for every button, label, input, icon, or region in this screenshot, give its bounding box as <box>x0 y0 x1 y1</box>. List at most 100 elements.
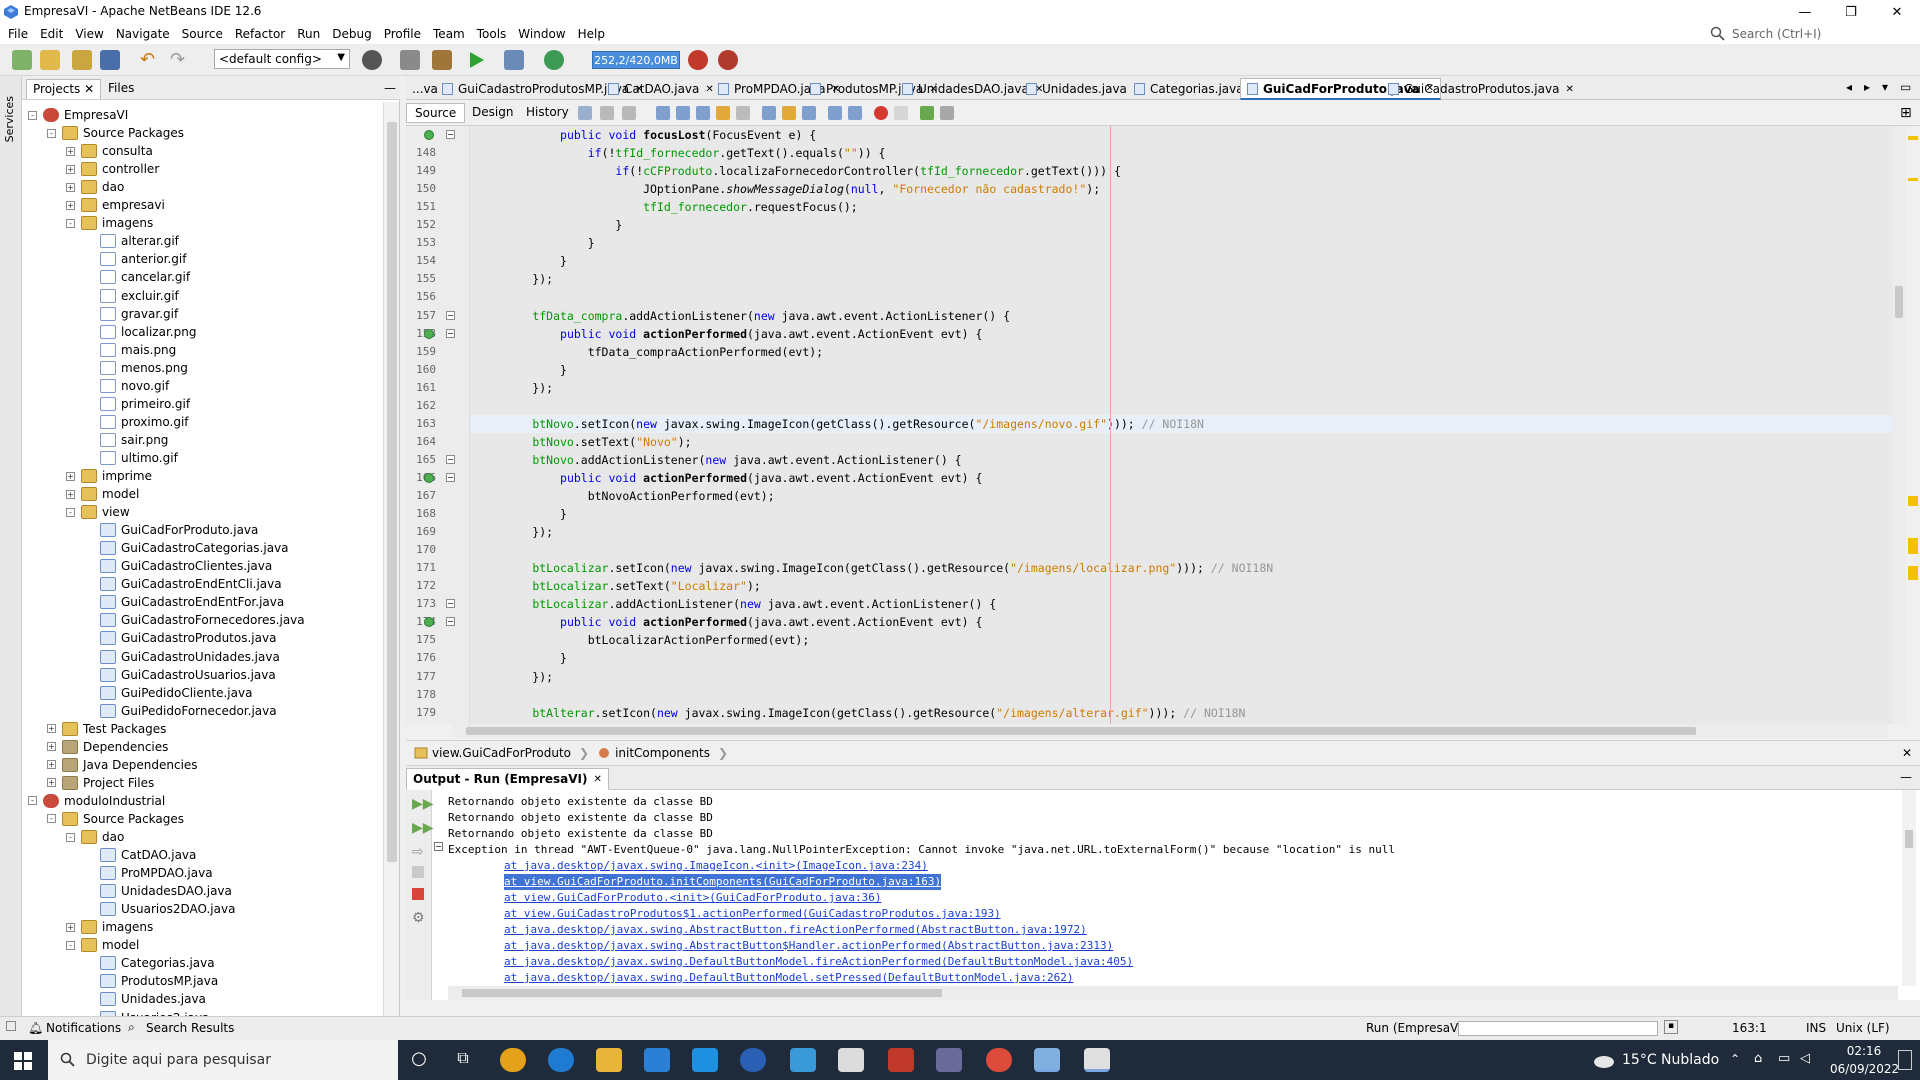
breadcrumb-method[interactable]: initComponents <box>615 746 710 760</box>
monitor-icon[interactable]: ▭ <box>1778 1051 1790 1066</box>
editor-vertical-scrollbar[interactable] <box>1892 126 1906 724</box>
tree-node[interactable]: - moduloIndustrial <box>28 792 165 810</box>
toggle-rect-select-icon[interactable] <box>736 106 750 120</box>
devcpp-icon[interactable] <box>888 1048 914 1072</box>
find-selection-icon[interactable] <box>656 106 670 120</box>
shift-right-icon[interactable] <box>848 106 862 120</box>
tab-output-run[interactable]: Output - Run (EmpresaVI) ✕ <box>406 768 609 790</box>
menu-file[interactable]: File <box>8 27 28 41</box>
cortana-icon[interactable]: ○ <box>406 1048 432 1072</box>
tree-node[interactable]: GuiCadastroFornecedores.java <box>85 611 305 629</box>
warning-marker[interactable] <box>1908 496 1918 506</box>
chrome-icon[interactable] <box>986 1048 1012 1072</box>
line-ending[interactable]: Unix (LF) <box>1836 1021 1890 1035</box>
expand-icon[interactable]: + <box>66 922 75 932</box>
toggle-bookmark-icon[interactable] <box>802 106 816 120</box>
shift-left-icon[interactable] <box>828 106 842 120</box>
tree-node[interactable]: anterior.gif <box>85 250 186 268</box>
collapse-icon[interactable]: - <box>47 128 56 138</box>
forward-icon[interactable] <box>622 106 636 120</box>
code-line[interactable]: public void focusLost(FocusEvent e) { <box>470 126 1906 144</box>
minimize-output-icon[interactable]: — <box>1900 770 1912 784</box>
tree-scroll-thumb[interactable] <box>387 122 397 862</box>
editor-tab[interactable]: GuiCadastroProdutos.java ✕ <box>1382 78 1580 100</box>
expand-icon[interactable]: + <box>66 471 75 481</box>
expand-icon[interactable]: + <box>66 200 75 210</box>
code-line[interactable] <box>470 397 1906 415</box>
menu-refactor[interactable]: Refactor <box>235 27 285 41</box>
find-previous-icon[interactable] <box>676 106 690 120</box>
stop-macro-icon[interactable] <box>894 106 908 120</box>
pause-io-icon[interactable] <box>718 50 738 70</box>
code-line[interactable]: public void actionPerformed(java.awt.eve… <box>470 325 1906 343</box>
output-hscroll[interactable] <box>448 986 1898 1000</box>
tree-node[interactable]: Usuarios2.java <box>85 1009 209 1016</box>
code-line[interactable]: if(!tfId_fornecedor.getText().equals("")… <box>470 144 1906 162</box>
editor-scroll-thumb[interactable] <box>1895 286 1903 318</box>
tree-node[interactable]: GuiCadForProduto.java <box>85 521 258 539</box>
clock-time[interactable]: 02:16 <box>1836 1044 1892 1058</box>
tab-projects[interactable]: Projects ✕ <box>26 79 102 99</box>
services-tab[interactable]: Services <box>3 96 16 142</box>
tree-node[interactable]: proximo.gif <box>85 413 189 431</box>
taskbar-search[interactable]: Digite aqui para pesquisar <box>48 1040 398 1080</box>
edge-icon[interactable] <box>548 1048 574 1072</box>
warning-marker[interactable] <box>1908 136 1918 140</box>
store-icon[interactable] <box>644 1048 670 1072</box>
tree-node[interactable]: + imprime <box>66 467 152 485</box>
tree-node[interactable]: GuiCadastroEndEntFor.java <box>85 593 284 611</box>
java-app-icon[interactable] <box>1084 1048 1110 1072</box>
stacktrace-link[interactable]: at view.GuiCadForProduto.initComponents(… <box>504 874 942 890</box>
tree-node[interactable]: ProdutosMP.java <box>85 972 218 990</box>
menu-tools[interactable]: Tools <box>477 27 507 41</box>
collapse-icon[interactable]: - <box>66 832 75 842</box>
tree-node[interactable]: alterar.gif <box>85 232 179 250</box>
code-line[interactable]: btNovo.setText("Novo"); <box>470 433 1906 451</box>
restore-icon[interactable] <box>6 1021 16 1031</box>
new-file-icon[interactable] <box>12 50 32 70</box>
globe-icon[interactable] <box>362 50 382 70</box>
tree-node[interactable]: localizar.png <box>85 323 196 341</box>
bell-icon[interactable]: 🔔︎ <box>28 1021 43 1035</box>
expand-editor-icon[interactable]: ⊞ <box>1900 106 1914 120</box>
clean-build-icon[interactable] <box>432 50 452 70</box>
minimize-button[interactable]: — <box>1782 0 1828 24</box>
code-line[interactable]: }); <box>470 668 1906 686</box>
quick-search[interactable]: Search (Ctrl+I) <box>1710 25 1900 43</box>
output-vscroll[interactable] <box>1902 790 1916 986</box>
tab-design[interactable]: Design <box>464 103 521 123</box>
tree-node[interactable]: excluir.gif <box>85 287 179 305</box>
undo-icon[interactable]: ↶ <box>140 50 160 70</box>
warning-marker[interactable] <box>1908 178 1918 181</box>
code-line[interactable]: btNovoActionPerformed(evt); <box>470 487 1906 505</box>
tree-node[interactable]: + Java Dependencies <box>47 756 198 774</box>
menu-debug[interactable]: Debug <box>332 27 371 41</box>
output-scroll-thumb[interactable] <box>1905 830 1913 848</box>
fold-icon[interactable]: − <box>446 472 455 482</box>
menu-window[interactable]: Window <box>518 27 565 41</box>
clock-date[interactable]: 06/09/2022 <box>1830 1062 1899 1076</box>
tree-node[interactable]: GuiCadastroClientes.java <box>85 557 272 575</box>
tree-node[interactable]: novo.gif <box>85 377 169 395</box>
code-line[interactable]: }); <box>470 523 1906 541</box>
tree-node[interactable]: GuiCadastroUnidades.java <box>85 648 280 666</box>
collapse-icon[interactable]: - <box>66 940 75 950</box>
tree-node[interactable]: + consulta <box>66 142 153 160</box>
tree-node[interactable]: ProMPDAO.java <box>85 864 213 882</box>
warning-marker[interactable] <box>1908 566 1918 580</box>
volume-icon[interactable]: ◁ <box>1800 1051 1810 1066</box>
code-line[interactable]: tfData_compraActionPerformed(evt); <box>470 343 1906 361</box>
menu-edit[interactable]: Edit <box>40 27 63 41</box>
fold-icon[interactable]: − <box>446 328 455 338</box>
expand-icon[interactable]: + <box>66 146 75 156</box>
scroll-tabs-left-icon[interactable]: ◂ <box>1846 80 1852 94</box>
menu-team[interactable]: Team <box>433 27 465 41</box>
stacktrace-link[interactable]: at java.desktop/javax.swing.DefaultButto… <box>504 954 1133 970</box>
file-explorer-icon[interactable] <box>596 1048 622 1072</box>
word-icon[interactable] <box>740 1048 766 1072</box>
config-select[interactable]: <default config> ▼ <box>214 49 350 69</box>
menu-profile[interactable]: Profile <box>384 27 421 41</box>
tree-node[interactable]: Unidades.java <box>85 990 206 1008</box>
tree-node[interactable]: mais.png <box>85 341 176 359</box>
expand-icon[interactable]: + <box>47 778 56 788</box>
